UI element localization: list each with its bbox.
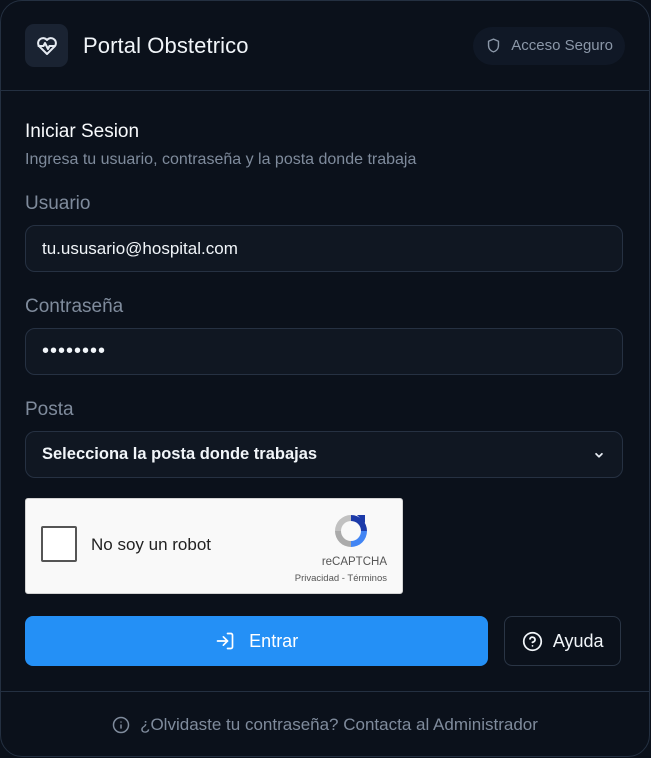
help-button-label: Ayuda [552, 630, 604, 651]
password-input[interactable]: •••••••• [25, 328, 623, 375]
form-title: Iniciar Sesion [25, 121, 140, 142]
help-button[interactable]: Ayuda [504, 616, 621, 666]
password-value: •••••••• [42, 340, 107, 362]
heart-pulse-icon [36, 36, 57, 55]
logo [25, 24, 68, 67]
secure-badge-label: Acceso Seguro [511, 37, 613, 54]
app-title: Portal Obstetrico [83, 32, 249, 58]
footer: ¿Olvidaste tu contraseña? Contacta al Ad… [1, 691, 649, 756]
login-card: Portal Obstetrico Acceso Seguro Iniciar … [0, 0, 650, 757]
secure-access-badge: Acceso Seguro [473, 26, 625, 65]
recaptcha-label: No soy un robot [91, 535, 212, 554]
username-label: Usuario [25, 193, 91, 214]
posta-label: Posta [25, 399, 74, 420]
login-button-label: Entrar [249, 630, 299, 651]
username-value: tu.ususario@hospital.com [42, 238, 238, 258]
recaptcha-brand: reCAPTCHA [321, 556, 387, 568]
form-actions: Entrar Ayuda [25, 616, 621, 666]
log-in-icon [216, 632, 234, 650]
username-input[interactable]: tu.ususario@hospital.com [25, 225, 623, 272]
posta-selected-value: Selecciona la posta donde trabajas [42, 445, 318, 463]
header: Portal Obstetrico Acceso Seguro [1, 1, 649, 91]
chevron-down-icon [595, 452, 603, 458]
login-button[interactable]: Entrar [25, 616, 489, 666]
shield-icon [488, 38, 500, 53]
form-body: Iniciar Sesion Ingresa tu usuario, contr… [1, 91, 649, 666]
question-circle-icon [522, 631, 542, 651]
password-label: Contraseña [25, 296, 124, 317]
info-icon [112, 716, 130, 734]
form-subtitle: Ingresa tu usuario, contraseña y la post… [25, 151, 417, 168]
recaptcha-widget: No soy un robot reCAPTCHA Privacidad - T… [25, 498, 403, 594]
recaptcha-privacy-terms-links[interactable]: Privacidad - Términos [295, 573, 387, 584]
posta-select[interactable]: Selecciona la posta donde trabajas [25, 431, 623, 478]
forgot-password-text[interactable]: ¿Olvidaste tu contraseña? Contacta al Ad… [140, 715, 538, 735]
recaptcha-checkbox[interactable] [41, 526, 77, 562]
recaptcha-logo-icon [335, 515, 367, 547]
